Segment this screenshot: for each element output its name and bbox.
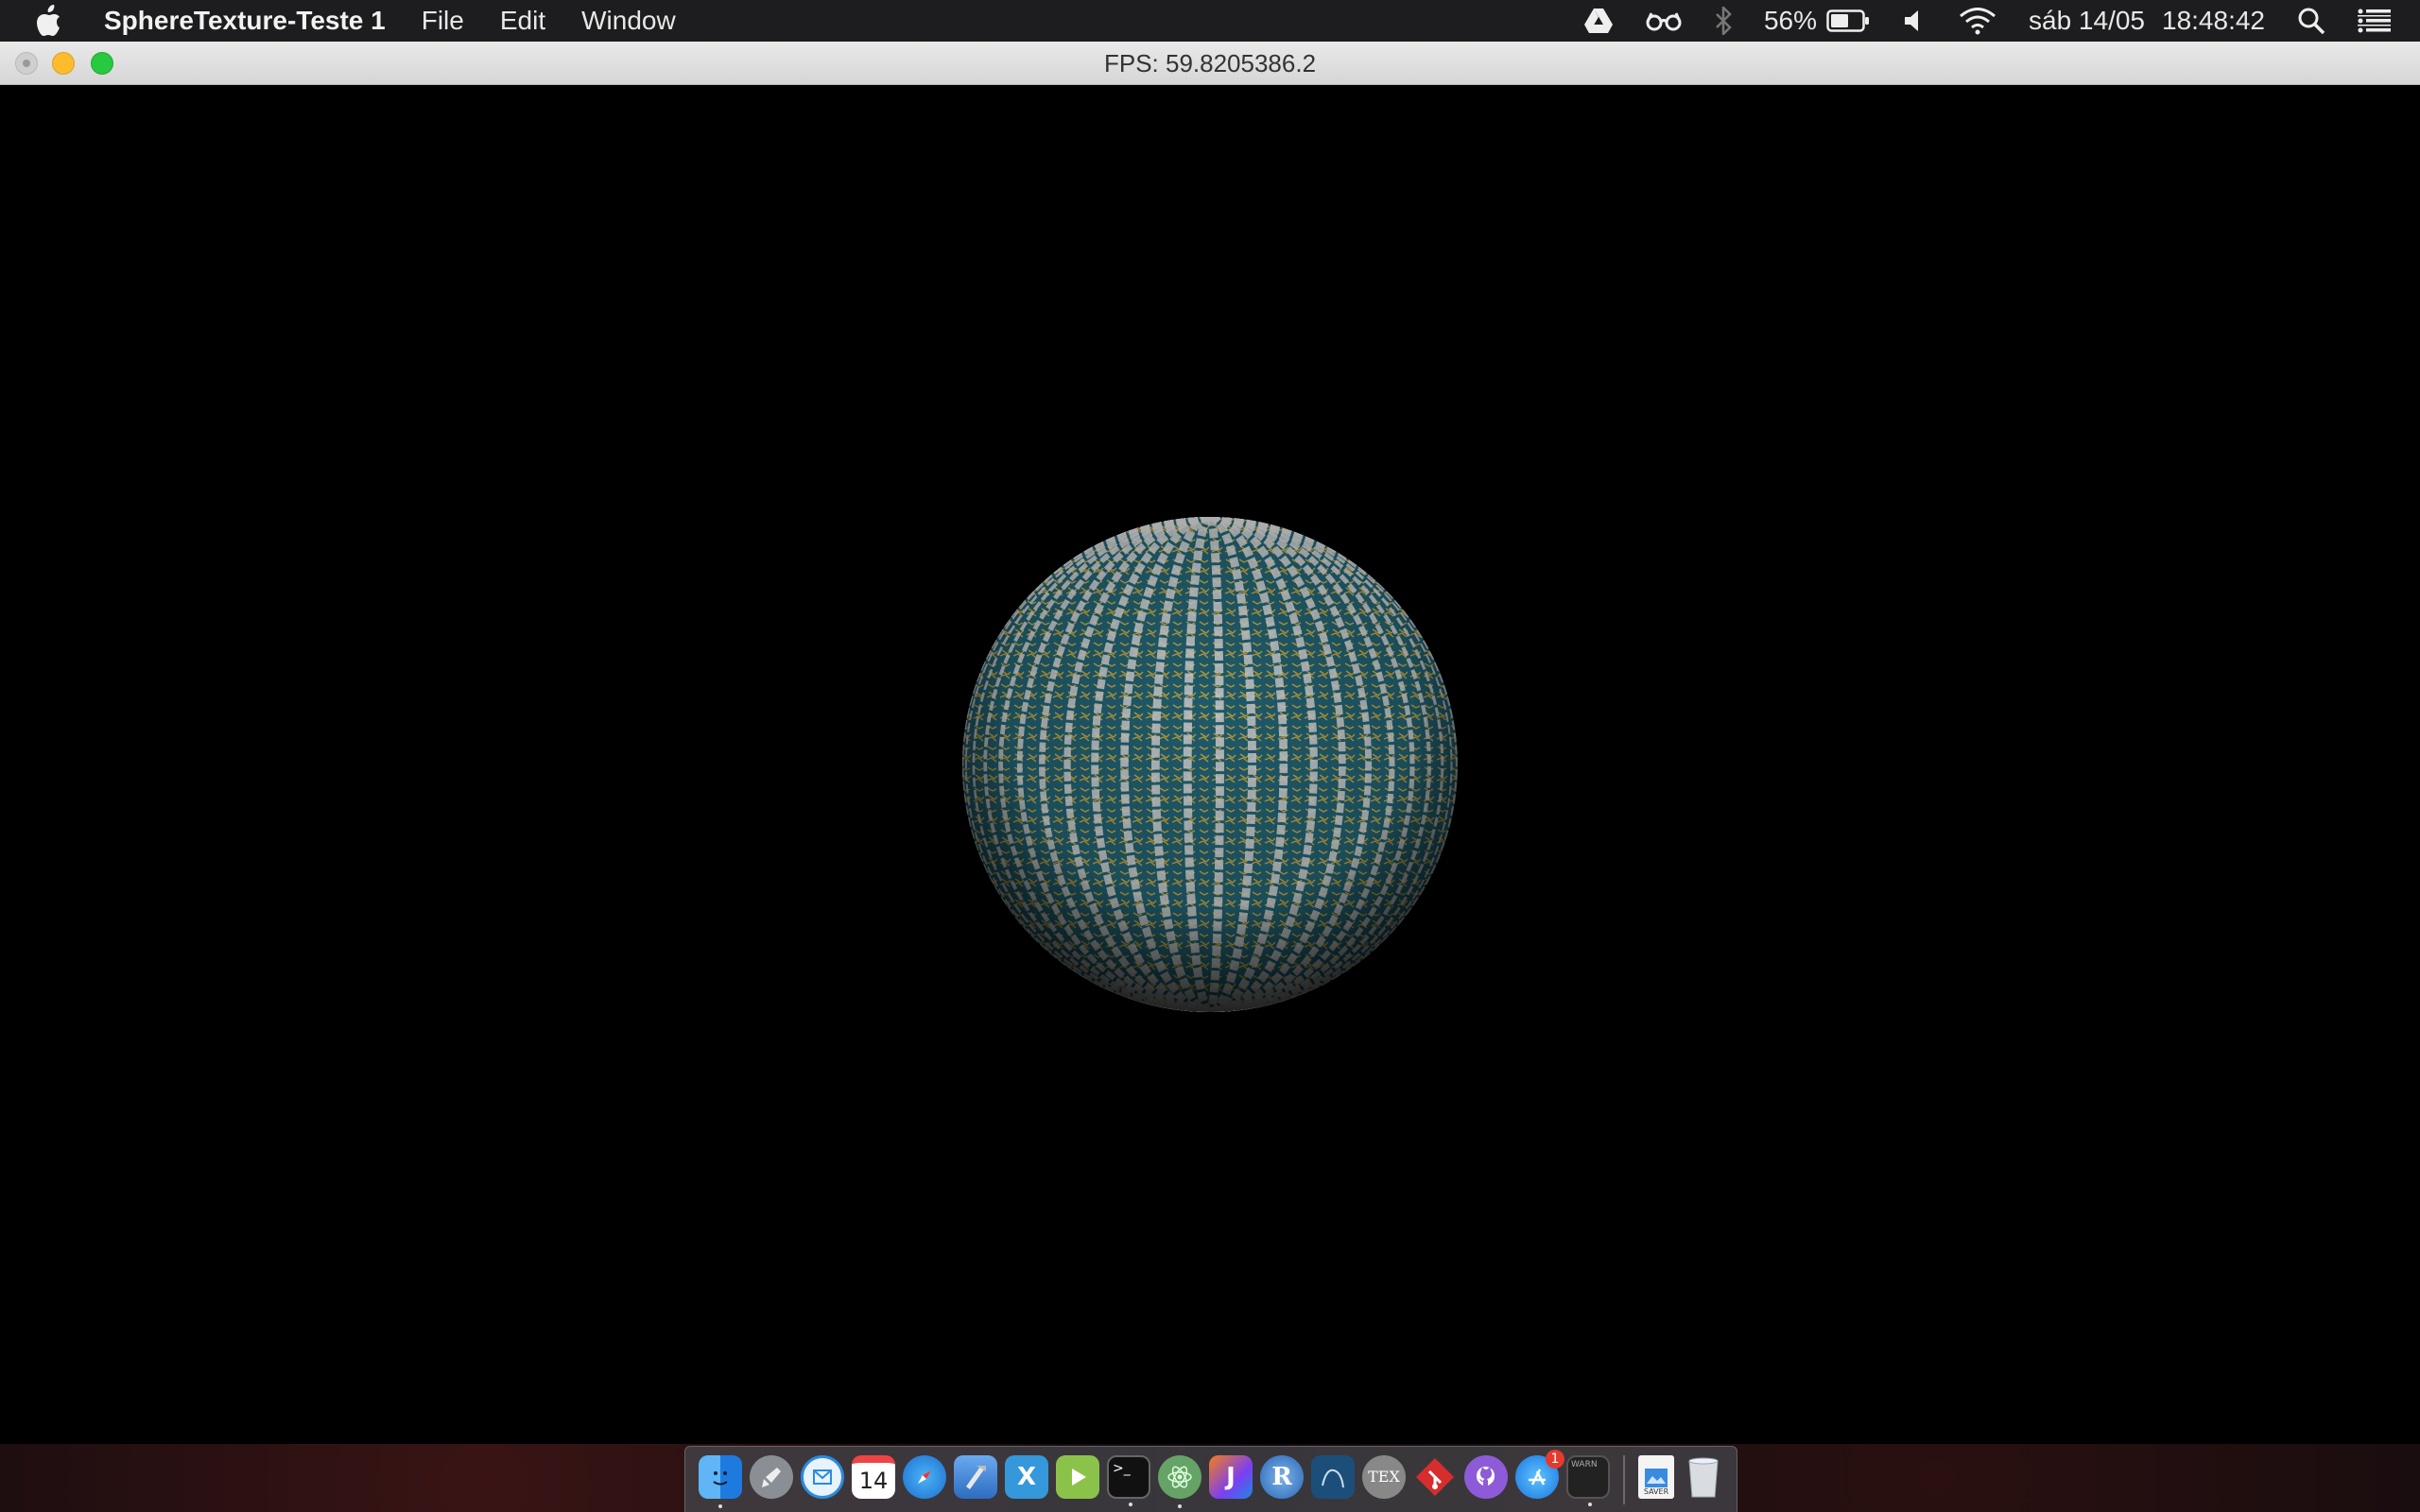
glasses-icon[interactable] [1645, 10, 1683, 31]
finder-icon[interactable] [699, 1454, 742, 1508]
volume-icon[interactable] [1902, 9, 1927, 33]
bluetooth-icon[interactable] [1715, 7, 1732, 35]
spotlight-search-icon[interactable] [2297, 7, 2325, 35]
xcode-icon[interactable] [954, 1454, 997, 1499]
dock: 14 X >_ J R TEX 1 WARN SAVER [684, 1446, 1737, 1512]
calendar-icon[interactable]: 14 [852, 1454, 895, 1499]
sphere-body [962, 517, 1458, 1012]
screensaver-file-icon[interactable]: SAVER [1638, 1454, 1674, 1499]
apple-menu-icon[interactable] [36, 4, 66, 38]
dock-separator [1623, 1454, 1625, 1504]
tex-icon[interactable]: TEX [1362, 1454, 1406, 1499]
airmail-icon[interactable] [801, 1454, 844, 1499]
wifi-icon[interactable] [1959, 7, 1996, 35]
github-icon[interactable] [1464, 1454, 1508, 1499]
app-name-menu[interactable]: SphereTexture-Teste 1 [104, 6, 386, 36]
menubar-date[interactable]: sáb 14/05 [2029, 6, 2145, 36]
terminal-icon[interactable]: >_ [1107, 1454, 1150, 1506]
app-store-icon[interactable]: 1 [1515, 1449, 1564, 1499]
git-icon[interactable] [1413, 1455, 1457, 1499]
tex-label: TEX [1368, 1468, 1400, 1486]
menu-edit[interactable]: Edit [500, 6, 545, 36]
window-title-bar: FPS: 59.8205386.2 [0, 42, 2420, 85]
menubar-clock[interactable]: 18:48:42 [2162, 6, 2265, 36]
menu-window[interactable]: Window [581, 6, 676, 36]
battery-percent: 56% [1763, 6, 1817, 35]
infuse-icon[interactable] [1056, 1454, 1099, 1499]
window-title: FPS: 59.8205386.2 [1103, 49, 1317, 77]
trash-icon[interactable] [1682, 1455, 1725, 1499]
menu-file[interactable]: File [422, 6, 464, 36]
app-store-badge: 1 [1546, 1449, 1564, 1469]
textured-sphere [962, 517, 1458, 1012]
google-drive-icon[interactable] [1583, 8, 1613, 34]
notification-center-icon[interactable] [2358, 9, 2392, 33]
calendar-day: 14 [858, 1467, 889, 1494]
console-icon[interactable]: WARN [1566, 1454, 1610, 1506]
battery-icon[interactable] [1826, 9, 1870, 32]
launchpad-icon[interactable] [750, 1454, 793, 1499]
mysql-workbench-icon[interactable] [1311, 1454, 1355, 1499]
jetbrains-icon[interactable]: J [1209, 1454, 1253, 1499]
atom-icon[interactable] [1158, 1454, 1201, 1508]
r-icon[interactable]: R [1260, 1454, 1304, 1499]
safari-icon[interactable] [903, 1454, 946, 1499]
menu-bar: SphereTexture-Teste 1 File Edit Window 5… [0, 0, 2420, 42]
xamarin-icon[interactable]: X [1005, 1454, 1048, 1499]
saver-label: SAVER [1643, 1486, 1669, 1496]
